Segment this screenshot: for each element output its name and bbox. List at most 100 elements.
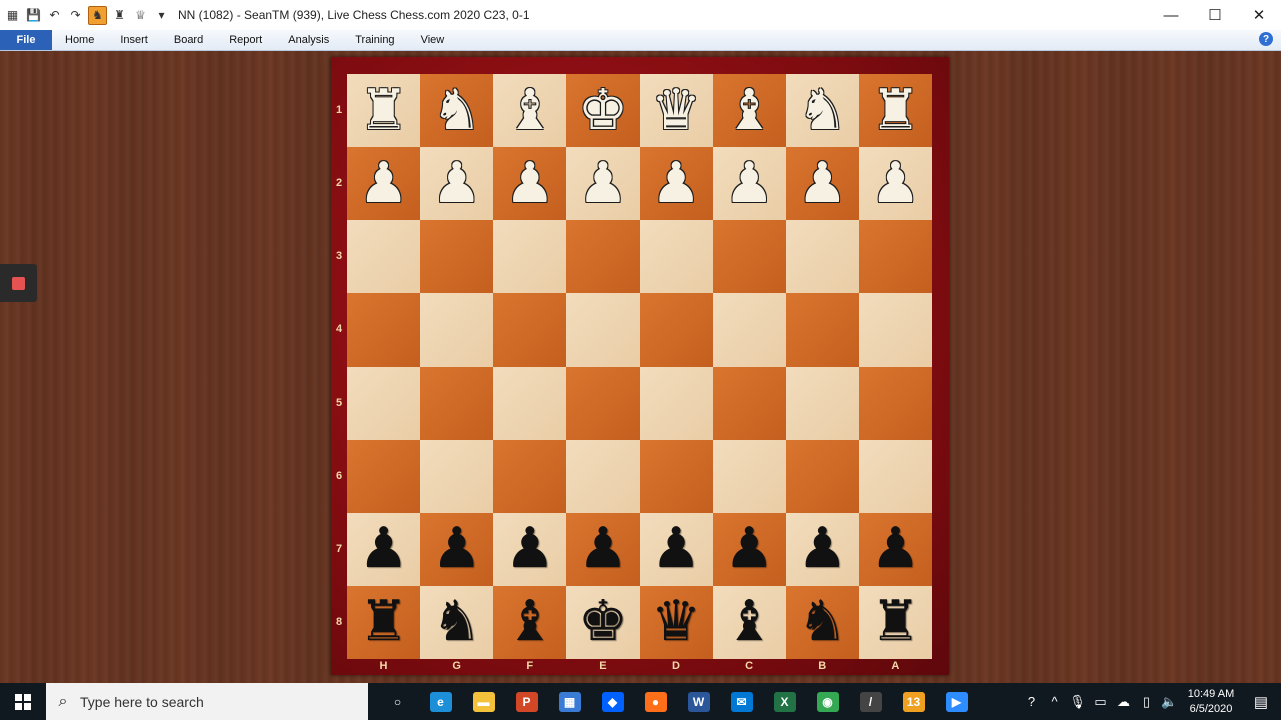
square-b8[interactable]: ♞	[785, 585, 859, 659]
record-stop-button[interactable]	[0, 264, 37, 302]
square-g3[interactable]	[420, 220, 494, 294]
white-piece-icon[interactable]: ♜	[358, 82, 408, 139]
square-a6[interactable]	[858, 439, 932, 513]
square-d1[interactable]: ♛	[639, 74, 713, 148]
tab-insert[interactable]: Insert	[107, 34, 161, 46]
square-c2[interactable]: ♟	[712, 147, 786, 221]
white-piece-icon[interactable]: ♟	[724, 155, 774, 212]
square-g7[interactable]: ♟	[420, 512, 494, 586]
square-e3[interactable]	[566, 220, 640, 294]
help-icon[interactable]: ?	[1259, 32, 1273, 46]
white-piece-icon[interactable]: ♞	[432, 82, 482, 139]
customize-dropdown-icon[interactable]: ▾	[153, 7, 170, 24]
trophy-icon[interactable]: ♕	[132, 7, 149, 24]
square-h3[interactable]	[347, 220, 421, 294]
black-piece-icon[interactable]: ♟	[724, 521, 774, 577]
chrome-button[interactable]: ◉	[806, 683, 849, 720]
file-explorer-button[interactable]: ▬	[462, 683, 505, 720]
white-piece-icon[interactable]: ♟	[432, 155, 482, 212]
square-e1[interactable]: ♚	[566, 74, 640, 148]
black-piece-icon[interactable]: ♟	[870, 521, 920, 577]
start-button[interactable]	[0, 683, 46, 720]
battery-icon[interactable]: ▭	[1089, 694, 1112, 710]
square-f1[interactable]: ♝	[493, 74, 567, 148]
app-13-button[interactable]: 13	[892, 683, 935, 720]
black-piece-icon[interactable]: ♞	[797, 594, 847, 650]
black-piece-icon[interactable]: ♚	[578, 594, 628, 650]
square-g5[interactable]	[420, 366, 494, 440]
white-piece-icon[interactable]: ♚	[578, 82, 628, 139]
square-a7[interactable]: ♟	[858, 512, 932, 586]
notification-icon[interactable]: ▤	[1241, 693, 1281, 711]
square-c3[interactable]	[712, 220, 786, 294]
square-h7[interactable]: ♟	[347, 512, 421, 586]
square-g1[interactable]: ♞	[420, 74, 494, 148]
tab-training[interactable]: Training	[342, 34, 407, 46]
zoom-button[interactable]: ▶	[935, 683, 978, 720]
engine-icon[interactable]: ♞	[88, 5, 107, 25]
square-c6[interactable]	[712, 439, 786, 513]
store-button[interactable]: ▦	[548, 683, 591, 720]
black-piece-icon[interactable]: ♟	[432, 521, 482, 577]
white-piece-icon[interactable]: ♟	[870, 155, 920, 212]
edge-button[interactable]: e	[419, 683, 462, 720]
square-g8[interactable]: ♞	[420, 585, 494, 659]
white-piece-icon[interactable]: ♟	[505, 155, 555, 212]
tab-board[interactable]: Board	[161, 34, 216, 46]
square-d5[interactable]	[639, 366, 713, 440]
tab-report[interactable]: Report	[216, 34, 275, 46]
file-tab[interactable]: File	[0, 30, 52, 50]
firefox-button[interactable]: ●	[634, 683, 677, 720]
square-e7[interactable]: ♟	[566, 512, 640, 586]
square-e8[interactable]: ♚	[566, 585, 640, 659]
square-f7[interactable]: ♟	[493, 512, 567, 586]
white-piece-icon[interactable]: ♝	[724, 82, 774, 139]
tab-home[interactable]: Home	[52, 34, 107, 46]
square-h5[interactable]	[347, 366, 421, 440]
square-c8[interactable]: ♝	[712, 585, 786, 659]
white-piece-icon[interactable]: ♟	[578, 155, 628, 212]
square-g6[interactable]	[420, 439, 494, 513]
undo-icon[interactable]: ↶	[46, 7, 63, 24]
square-d6[interactable]	[639, 439, 713, 513]
black-piece-icon[interactable]: ♞	[432, 594, 482, 650]
square-e2[interactable]: ♟	[566, 147, 640, 221]
square-b4[interactable]	[785, 293, 859, 367]
square-b7[interactable]: ♟	[785, 512, 859, 586]
close-button[interactable]: ✕	[1237, 0, 1281, 30]
square-a8[interactable]: ♜	[858, 585, 932, 659]
square-c7[interactable]: ♟	[712, 512, 786, 586]
square-b3[interactable]	[785, 220, 859, 294]
volume-icon[interactable]: 🔈	[1158, 694, 1181, 710]
powerpoint-button[interactable]: P	[505, 683, 548, 720]
black-piece-icon[interactable]: ♟	[651, 521, 701, 577]
network-icon[interactable]: ▯	[1135, 694, 1158, 710]
square-d7[interactable]: ♟	[639, 512, 713, 586]
black-piece-icon[interactable]: ♝	[724, 594, 774, 650]
board-icon[interactable]: ▦	[4, 7, 21, 24]
square-a5[interactable]	[858, 366, 932, 440]
white-piece-icon[interactable]: ♟	[797, 155, 847, 212]
mail-button[interactable]: ✉	[720, 683, 763, 720]
black-piece-icon[interactable]: ♟	[358, 521, 408, 577]
onedrive-icon[interactable]: ☁	[1112, 694, 1135, 710]
white-piece-icon[interactable]: ♟	[651, 155, 701, 212]
square-c1[interactable]: ♝	[712, 74, 786, 148]
black-piece-icon[interactable]: ♟	[797, 521, 847, 577]
square-d8[interactable]: ♛	[639, 585, 713, 659]
tab-view[interactable]: View	[408, 34, 458, 46]
square-a3[interactable]	[858, 220, 932, 294]
square-e5[interactable]	[566, 366, 640, 440]
square-f4[interactable]	[493, 293, 567, 367]
square-h1[interactable]: ♜	[347, 74, 421, 148]
white-piece-icon[interactable]: ♟	[358, 155, 408, 212]
square-c4[interactable]	[712, 293, 786, 367]
clock[interactable]: 10:49 AM 6/5/2020	[1181, 687, 1241, 717]
minimize-button[interactable]: —	[1149, 0, 1193, 30]
tab-analysis[interactable]: Analysis	[275, 34, 342, 46]
square-f5[interactable]	[493, 366, 567, 440]
square-b1[interactable]: ♞	[785, 74, 859, 148]
square-d4[interactable]	[639, 293, 713, 367]
black-piece-icon[interactable]: ♟	[505, 521, 555, 577]
black-piece-icon[interactable]: ♝	[505, 594, 555, 650]
